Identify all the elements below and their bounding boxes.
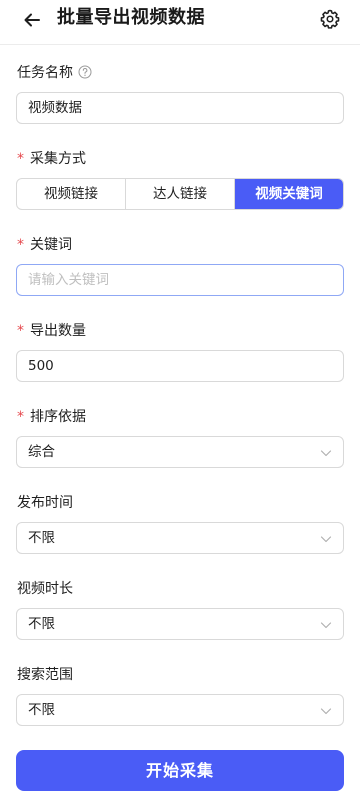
- segment-video-keyword[interactable]: 视频关键词: [235, 179, 343, 209]
- task-name-label-row: 任务名称: [17, 64, 92, 82]
- gear-icon: [320, 9, 340, 29]
- keyword-input[interactable]: 请输入关键词: [16, 264, 344, 296]
- search-scope-select[interactable]: 不限: [16, 694, 344, 726]
- export-count-label-row: * 导出数量: [17, 322, 86, 340]
- sort-by-select[interactable]: 综合: [16, 436, 344, 468]
- task-name-value: 视频数据: [28, 100, 82, 116]
- video-duration-label: 视频时长: [17, 581, 73, 597]
- keyword-placeholder: 请输入关键词: [28, 272, 109, 288]
- export-count-input[interactable]: 500: [16, 350, 344, 382]
- chevron-down-icon: [320, 536, 332, 543]
- export-count-label: 导出数量: [30, 323, 86, 339]
- segment-creator-link[interactable]: 达人链接: [126, 179, 235, 209]
- required-mark: *: [17, 409, 24, 425]
- chevron-down-icon: [320, 708, 332, 715]
- header: 批量导出视频数据: [0, 0, 360, 45]
- export-count-value: 500: [28, 358, 54, 374]
- search-scope-label: 搜索范围: [17, 667, 73, 683]
- required-mark: *: [17, 323, 24, 339]
- task-name-input[interactable]: 视频数据: [16, 92, 344, 124]
- sort-by-value: 综合: [28, 444, 55, 460]
- publish-time-value: 不限: [28, 530, 55, 546]
- chevron-down-icon: [320, 622, 332, 629]
- sort-by-label-row: * 排序依据: [17, 408, 86, 426]
- segment-video-link[interactable]: 视频链接: [17, 179, 126, 209]
- keyword-label: 关键词: [30, 237, 72, 253]
- publish-time-select[interactable]: 不限: [16, 522, 344, 554]
- video-duration-select[interactable]: 不限: [16, 608, 344, 640]
- question-circle-icon[interactable]: [78, 65, 92, 79]
- start-collect-button[interactable]: 开始采集: [16, 750, 344, 791]
- video-duration-value: 不限: [28, 616, 55, 632]
- required-mark: *: [17, 237, 24, 253]
- sort-by-label: 排序依据: [30, 409, 86, 425]
- keyword-label-row: * 关键词: [17, 236, 72, 254]
- search-scope-value: 不限: [28, 702, 55, 718]
- required-mark: *: [17, 151, 24, 167]
- collect-method-label: 采集方式: [30, 151, 86, 167]
- task-name-label: 任务名称: [17, 65, 73, 81]
- back-button[interactable]: [20, 8, 44, 32]
- collect-method-segmented: 视频链接 达人链接 视频关键词: [16, 178, 344, 210]
- collect-method-label-row: * 采集方式: [17, 150, 86, 168]
- publish-time-label: 发布时间: [17, 495, 73, 511]
- settings-button[interactable]: [319, 8, 341, 30]
- arrow-left-icon: [24, 13, 40, 27]
- chevron-down-icon: [320, 450, 332, 457]
- page-title: 批量导出视频数据: [57, 7, 205, 28]
- page: 批量导出视频数据 任务名称 视频数据 * 采集方式 视频链接 达人链接 视频关键词…: [0, 0, 360, 800]
